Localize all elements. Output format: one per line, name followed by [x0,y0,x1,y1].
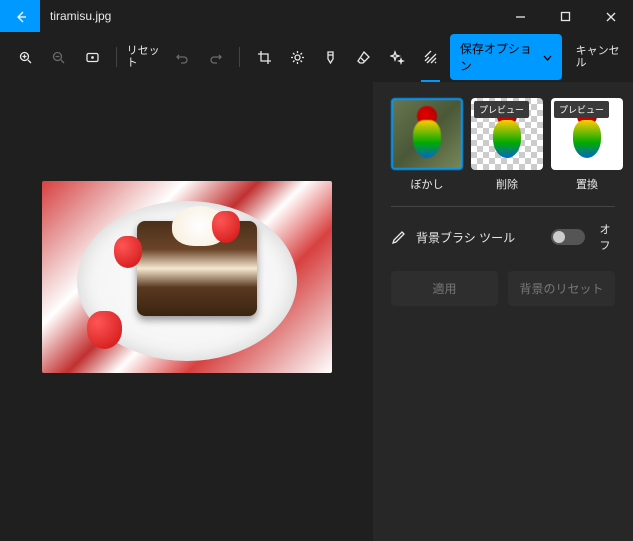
divider [391,206,615,207]
brush-tool-label: 背景ブラシ ツール [416,229,541,246]
back-button[interactable] [0,0,40,32]
bg-option-remove[interactable]: プレビュー 削除 [471,98,543,192]
minimize-icon [513,9,528,24]
bg-label-replace: 置換 [576,176,598,192]
window-controls [498,0,633,32]
maximize-icon [558,9,573,24]
background-panel: ぼかし プレビュー 削除 プレビュー 置換 背景ブラシ ツール [373,82,633,541]
main-area: ぼかし プレビュー 削除 プレビュー 置換 背景ブラシ ツール [0,82,633,541]
brush-toggle[interactable] [551,229,585,245]
crop-icon [257,50,272,65]
apply-button[interactable]: 適用 [391,271,498,306]
action-row: 適用 背景のリセット [391,271,615,306]
close-button[interactable] [588,0,633,32]
window-title: tiramisu.jpg [40,0,498,32]
maximize-button[interactable] [543,0,588,32]
brush-tool-row: 背景ブラシ ツール オフ [391,221,615,253]
adjust-button[interactable] [284,42,311,72]
crop-button[interactable] [250,42,277,72]
bg-label-blur: ぼかし [411,176,444,192]
fit-icon [85,50,100,65]
marker-icon [323,50,338,65]
erase-icon [356,50,371,65]
chevron-down-icon [542,52,552,63]
bg-option-blur[interactable]: ぼかし [391,98,463,192]
retouch-button[interactable] [383,42,410,72]
cancel-label: キャンセル [576,45,621,69]
preview-badge: プレビュー [474,101,529,118]
background-options: ぼかし プレビュー 削除 プレビュー 置換 [391,98,615,192]
arrow-left-icon [13,9,28,24]
close-icon [603,9,618,24]
divider [116,47,117,67]
reset-background-button[interactable]: 背景のリセット [508,271,615,306]
fit-button[interactable] [79,42,106,72]
save-options-button[interactable]: 保存オプション [450,34,562,80]
pencil-icon [391,230,406,245]
undo-icon [175,50,190,65]
zoom-out-button[interactable] [45,42,72,72]
canvas-area[interactable] [0,82,373,541]
image-preview [42,181,332,373]
sun-icon [290,50,305,65]
zoom-out-icon [51,50,66,65]
bg-thumb-replace: プレビュー [551,98,623,170]
preview-badge: プレビュー [554,101,609,118]
titlebar: tiramisu.jpg [0,0,633,32]
undo-button[interactable] [169,42,196,72]
sparkle-icon [390,50,405,65]
reset-label: リセット [127,45,163,69]
bg-label-remove: 削除 [496,176,518,192]
reset-button[interactable]: リセット [127,39,163,75]
bg-option-replace[interactable]: プレビュー 置換 [551,98,623,192]
toggle-state-label: オフ [595,221,615,253]
zoom-in-button[interactable] [12,42,39,72]
cancel-button[interactable]: キャンセル [576,39,621,75]
bg-thumb-remove: プレビュー [471,98,543,170]
background-icon [423,50,438,65]
background-button[interactable] [417,42,444,72]
redo-button[interactable] [202,42,229,72]
minimize-button[interactable] [498,0,543,32]
toolbar: リセット 保存オプション キャンセル [0,32,633,82]
filter-button[interactable] [317,42,344,72]
divider [239,47,240,67]
bg-thumb-blur [391,98,463,170]
redo-icon [208,50,223,65]
zoom-in-icon [18,50,33,65]
save-options-label: 保存オプション [460,40,536,74]
markup-button[interactable] [350,42,377,72]
